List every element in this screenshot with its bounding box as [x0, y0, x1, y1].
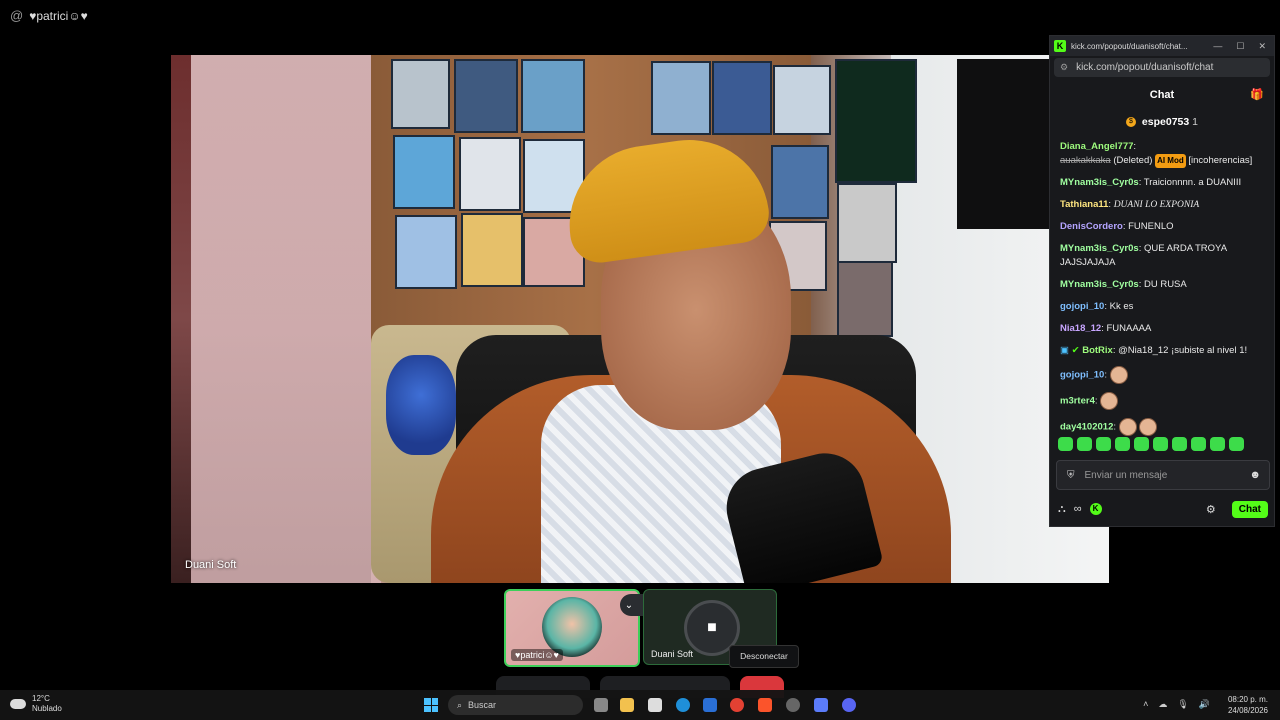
bot-badge-icon: ▣ [1060, 345, 1069, 356]
video-participant-name: Duani Soft [185, 559, 237, 571]
site-settings-icon[interactable]: ⚙ [1060, 62, 1068, 73]
emote-icon [1100, 392, 1119, 410]
chrome-icon[interactable] [730, 698, 744, 712]
close-icon[interactable]: ✕ [1258, 41, 1266, 52]
file-explorer-icon[interactable] [620, 698, 634, 712]
emote-icon[interactable] [1210, 437, 1225, 451]
chevron-up-icon[interactable]: ˄ [1143, 699, 1148, 710]
pinned-count: 1 [1192, 116, 1198, 128]
chevron-down-icon[interactable]: ⌄ [625, 600, 633, 611]
chat-message: gojopi_10: Kk es [1060, 301, 1134, 312]
emoji-icon[interactable]: ☻ [1249, 469, 1261, 481]
minimize-icon[interactable]: — [1213, 41, 1222, 52]
coin-icon: $ [1126, 117, 1136, 128]
chat-message: MYnam3is_Cyr0s: QUE ARDA TROYA JAJSJAJAJ… [1060, 243, 1227, 268]
cloud-icon [10, 699, 26, 709]
current-user: @ ♥patrici☺♥ [10, 8, 88, 23]
chat-messages: Diana_Angel777: auakakkaka (Deleted) AI … [1060, 140, 1270, 444]
task-view-icon[interactable] [594, 698, 608, 712]
chat-message: MYnam3is_Cyr0s: DU RUSA [1060, 279, 1187, 290]
maximize-icon[interactable]: ☐ [1236, 41, 1244, 52]
current-user-name: ♥patrici☺♥ [29, 8, 88, 23]
emote-icon [1139, 418, 1158, 436]
temperature: 12°C [32, 694, 50, 703]
address-url: kick.com/popout/duanisoft/chat [1076, 62, 1214, 73]
chat-message: DenisCordero: FUNENLO [1060, 221, 1174, 232]
chat-input-placeholder: Enviar un mensaje [1084, 469, 1168, 481]
weather-widget[interactable]: 12°C Nublado [10, 694, 62, 714]
settings-icon[interactable]: ⚙ [1206, 503, 1216, 516]
chat-message: Nia18_12: FUNAAAA [1060, 323, 1152, 334]
emote-icon[interactable] [1153, 437, 1168, 451]
emote-icon[interactable] [1096, 437, 1111, 451]
shield-icon: ⛨ [1067, 469, 1075, 481]
disconnect-tooltip: Desconectar [729, 645, 799, 668]
app-icon[interactable] [814, 698, 828, 712]
emote-icon [1118, 418, 1137, 436]
chat-message: ▣ ✔ BotRix: @Nia18_12 ¡subiste al nivel … [1060, 345, 1248, 356]
chat-popup-window[interactable]: K kick.com/popout/duanisoft/chat... — ☐ … [1049, 35, 1275, 527]
emote-icon[interactable] [1229, 437, 1244, 451]
weather-condition: Nublado [32, 704, 62, 713]
brave-icon[interactable] [758, 698, 772, 712]
chat-message-input[interactable]: ⛨ Enviar un mensaje ☻ [1056, 460, 1270, 490]
chat-message: m3rter4: [1060, 392, 1270, 410]
clock[interactable]: 08:20 p. m. 24/08/2026 [1228, 694, 1268, 716]
search-icon: ⌕ [457, 699, 463, 710]
ai-mod-badge: AI Mod [1155, 154, 1186, 168]
taskbar: 12°C Nublado ⌕ Buscar ˄ ☁ 🎙 🔊 08:20 p. m… [0, 690, 1280, 720]
gift-icon[interactable]: 🎁 [1250, 84, 1264, 106]
window-title: kick.com/popout/duanisoft/chat... [1071, 41, 1188, 51]
store-icon[interactable] [648, 698, 662, 712]
avatar [542, 597, 602, 657]
chat-title: Chat [1149, 89, 1175, 101]
chat-message: day4102012: [1060, 418, 1270, 436]
mail-icon[interactable] [703, 698, 717, 712]
speaker-icon[interactable]: 🔊 [1199, 699, 1210, 710]
chat-message: Tathiana11: DUANI LO EXPONIA [1060, 199, 1200, 210]
kick-coin-icon[interactable]: K [1089, 503, 1102, 515]
emote-icon[interactable] [1134, 437, 1149, 451]
participant-name: ♥patrici☺♥ [511, 649, 563, 661]
plush-toy [386, 355, 456, 455]
chat-message: MYnam3is_Cyr0s: Traicionnnn. a DUANIII [1060, 177, 1242, 188]
main-video-stream[interactable]: Duani Soft [171, 55, 1109, 583]
infinity-icon[interactable]: ∞ [1074, 503, 1082, 515]
obs-icon[interactable] [786, 698, 800, 712]
chat-message: Diana_Angel777: auakakkaka (Deleted) AI … [1060, 141, 1253, 168]
emote-icon[interactable] [1058, 437, 1073, 451]
send-chat-button[interactable]: Chat [1231, 500, 1268, 518]
emote-icon[interactable] [1191, 437, 1206, 451]
windows-start-icon[interactable] [424, 698, 438, 712]
cloud-sync-icon[interactable]: ☁ [1158, 699, 1167, 710]
taskbar-search[interactable]: ⌕ Buscar [448, 695, 583, 715]
system-tray: ˄ ☁ 🎙 🔊 [1143, 699, 1210, 710]
quick-emote-bar [1058, 437, 1266, 453]
clock-date: 24/08/2026 [1227, 706, 1268, 715]
at-icon: @ [10, 8, 24, 23]
microphone-icon[interactable]: 🎙 [1177, 699, 1188, 710]
emote-icon[interactable] [1172, 437, 1187, 451]
emote-icon [1109, 366, 1128, 384]
chat-message: gojopi_10: [1060, 366, 1270, 384]
pinned-user: espe0753 [1141, 116, 1190, 128]
emote-icon[interactable] [1115, 437, 1130, 451]
clock-time: 08:20 p. m. [1227, 695, 1268, 704]
pinned-gifter[interactable]: $ espe0753 1 [1050, 116, 1274, 128]
chat-header: Chat 🎁 [1050, 84, 1274, 106]
users-icon[interactable]: ⛬ [1058, 503, 1066, 516]
edge-icon[interactable] [676, 698, 690, 712]
chat-footer: ⛬ ∞ K ⚙ Chat [1058, 498, 1268, 520]
address-bar[interactable]: ⚙ kick.com/popout/duanisoft/chat [1054, 58, 1270, 77]
kick-logo-icon: K [1054, 40, 1066, 52]
discord-icon[interactable] [842, 698, 856, 712]
participant-name: Duani Soft [651, 649, 694, 659]
emote-icon[interactable] [1077, 437, 1092, 451]
window-titlebar[interactable]: K kick.com/popout/duanisoft/chat... — ☐ … [1050, 36, 1274, 56]
verified-icon: ✔ [1071, 345, 1080, 356]
search-placeholder: Buscar [468, 700, 497, 710]
